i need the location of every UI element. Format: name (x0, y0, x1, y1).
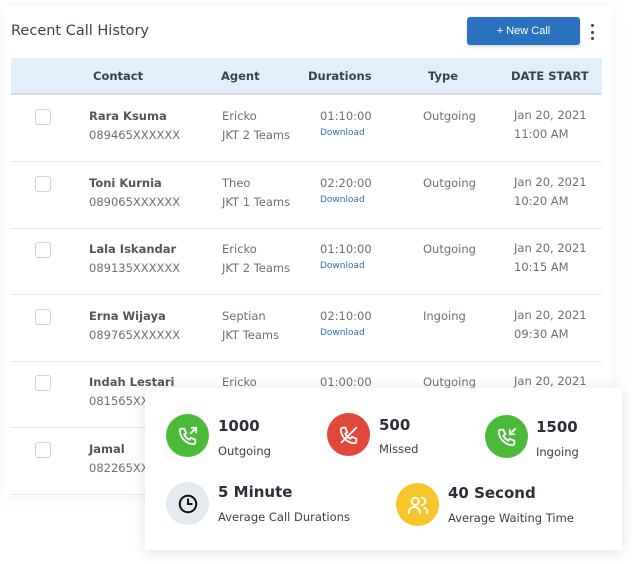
agent-team: JKT 2 Teams (222, 128, 291, 142)
type-cell: Outgoing (423, 109, 476, 123)
date: Jan 20, 2021 (514, 108, 587, 122)
contact-cell: Rara Ksuma 089465XXXXXX (89, 107, 180, 145)
missed-call-icon (327, 413, 370, 456)
contact-phone: 081565XX (89, 394, 149, 408)
date: Jan 20, 2021 (514, 307, 587, 322)
ingoing-count: 1500 (536, 418, 578, 436)
download-link[interactable]: Download (320, 193, 372, 207)
row-checkbox[interactable] (35, 375, 51, 391)
agent-name: Ericko (222, 109, 257, 123)
agent-name: Ericko (222, 375, 257, 389)
agent-name: Theo (222, 175, 251, 190)
duration: 01:10:00 (320, 109, 372, 123)
avg-duration-label: Average Call Durations (218, 510, 350, 524)
duration-cell: 01:10:00 Download (320, 107, 372, 140)
time: 11:00 AM (514, 127, 569, 141)
download-link[interactable]: Download (320, 326, 372, 340)
missed-label: Missed (379, 442, 419, 456)
outgoing-call-icon (166, 414, 209, 457)
contact-name: Toni Kurnia (89, 175, 162, 190)
table-row[interactable]: Erna Wijaya 089765XXXXXX Septian JKT Teams… (11, 295, 602, 362)
page-title: Recent Call History (11, 23, 149, 39)
agent-name: Septian (222, 308, 266, 323)
duration: 02:20:00 (320, 175, 372, 190)
type-cell: Outgoing (423, 242, 476, 256)
avg-wait-label: Average Waiting Time (448, 511, 574, 525)
date: Jan 20, 2021 (514, 241, 587, 255)
column-date-start[interactable]: DATE START (511, 69, 589, 83)
agent-cell: Ericko JKT 2 Teams (222, 240, 290, 278)
contact-name: Indah Lestari (89, 375, 175, 389)
avg-duration-value: 5 Minute (218, 483, 293, 501)
date: Jan 20, 2021 (514, 374, 587, 388)
contact-name: Jamal (89, 441, 125, 456)
row-checkbox[interactable] (35, 175, 51, 192)
time: 09:30 AM (514, 326, 569, 341)
contact-phone: 082265XX (89, 460, 149, 475)
time: 10:15 AM (514, 260, 569, 274)
agent-cell: Septian JKT Teams (222, 307, 279, 345)
contact-phone: 089135XXXXXX (89, 261, 181, 275)
column-contact[interactable]: Contact (93, 69, 143, 83)
agent-cell: Theo JKT 1 Teams (222, 174, 290, 212)
contact-phone: 089065XXXXXX (89, 194, 181, 209)
table-header: Contact Agent Durations Type DATE START (11, 58, 602, 95)
table-row[interactable]: Rara Ksuma 089465XXXXXX Ericko JKT 2 Teams… (11, 95, 602, 162)
duration-cell: 01:10:00 Download (320, 240, 372, 273)
date-cell: Jan 20, 2021 10:20 AM (514, 173, 587, 211)
contact-name: Rara Ksuma (89, 109, 167, 123)
date: Jan 20, 2021 (514, 174, 587, 189)
ingoing-call-icon (485, 415, 528, 458)
agent-cell: Ericko JKT 2 Teams (222, 107, 290, 145)
date-cell: Jan 20, 2021 10:15 AM (514, 239, 587, 277)
type-cell: Ingoing (423, 308, 466, 323)
row-checkbox[interactable] (35, 308, 51, 325)
download-link[interactable]: Download (320, 259, 372, 273)
row-checkbox[interactable] (35, 109, 51, 125)
contact-phone: 089765XXXXXX (89, 327, 181, 342)
row-checkbox[interactable] (35, 242, 51, 258)
agent-team: JKT 1 Teams (222, 194, 291, 209)
type-cell: Outgoing (423, 175, 476, 190)
clock-icon (166, 482, 209, 525)
agent-team: JKT Teams (222, 327, 280, 342)
new-call-button[interactable]: + New Call (467, 17, 580, 45)
column-type[interactable]: Type (428, 69, 458, 83)
duration: 01:10:00 (320, 242, 372, 256)
contact-cell: Toni Kurnia 089065XXXXXX (89, 174, 180, 212)
contact-name: Lala Iskandar (89, 242, 177, 256)
call-stats-panel: 1000 Outgoing 500 Missed 1500 Ingoing 5 … (145, 388, 622, 550)
duration-cell: 02:20:00 Download (320, 174, 372, 207)
agent-name: Ericko (222, 242, 257, 256)
more-options-icon[interactable] (586, 22, 598, 42)
date-cell: Jan 20, 2021 09:30 AM (514, 306, 587, 344)
date-cell: Jan 20, 2021 11:00 AM (514, 106, 587, 144)
row-checkbox[interactable] (35, 441, 51, 458)
table-row[interactable]: Lala Iskandar 089135XXXXXX Ericko JKT 2 Te… (11, 228, 602, 295)
outgoing-count: 1000 (218, 417, 260, 435)
duration: 01:00:00 (320, 375, 372, 389)
column-agent[interactable]: Agent (221, 69, 260, 83)
outgoing-label: Outgoing (218, 444, 271, 458)
time: 10:20 AM (514, 193, 569, 208)
contact-cell: Jamal 082265XX (89, 440, 149, 478)
agent-team: JKT 2 Teams (222, 261, 291, 275)
download-link[interactable]: Download (320, 126, 372, 140)
column-durations[interactable]: Durations (308, 69, 372, 83)
avg-wait-value: 40 Second (448, 484, 536, 502)
ingoing-label: Ingoing (536, 445, 579, 459)
duration: 02:10:00 (320, 308, 372, 323)
contact-phone: 089465XXXXXX (89, 128, 181, 142)
contact-cell: Erna Wijaya 089765XXXXXX (89, 307, 180, 345)
table-row[interactable]: Toni Kurnia 089065XXXXXX Theo JKT 1 Teams … (11, 162, 602, 229)
contact-cell: Lala Iskandar 089135XXXXXX (89, 240, 180, 278)
users-icon (396, 483, 439, 526)
contact-name: Erna Wijaya (89, 308, 166, 323)
missed-count: 500 (379, 416, 411, 434)
duration-cell: 02:10:00 Download (320, 307, 372, 340)
